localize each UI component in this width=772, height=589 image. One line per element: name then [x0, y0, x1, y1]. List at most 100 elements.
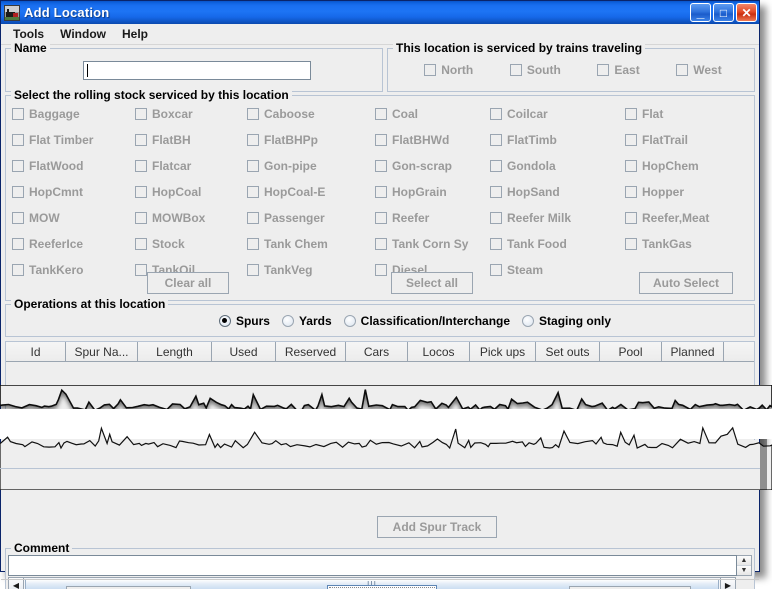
table-header-id[interactable]: Id — [6, 342, 66, 362]
rolling-stock-checkbox-hopper[interactable]: Hopper — [625, 185, 750, 199]
rolling-stock-checkbox-tank-corn-sy[interactable]: Tank Corn Sy — [375, 237, 490, 251]
clear-all-button[interactable]: Clear all — [147, 272, 229, 294]
rolling-stock-buttons: Clear all Select all Auto Select — [6, 272, 754, 294]
direction-checkbox-west[interactable]: West — [676, 63, 721, 77]
auto-select-button[interactable]: Auto Select — [639, 272, 733, 294]
menu-window[interactable]: Window — [53, 25, 115, 44]
rolling-stock-checkbox-hopcmnt[interactable]: HopCmnt — [12, 185, 135, 199]
checkbox-box-icon — [625, 238, 637, 250]
checkbox-box-icon — [375, 238, 387, 250]
comment-vertical-scrollbar[interactable]: ▲ ▼ — [737, 555, 752, 576]
rolling-stock-checkbox-flatbhwd[interactable]: FlatBHWd — [375, 133, 490, 147]
checkbox-label: Flatcar — [152, 159, 191, 173]
add-location-button[interactable]: Add Location — [327, 585, 437, 589]
table-header-pool[interactable]: Pool — [600, 342, 662, 362]
direction-checkbox-east[interactable]: East — [597, 63, 639, 77]
checkbox-label: Gon-scrap — [392, 159, 452, 173]
rolling-stock-checkbox-tankgas[interactable]: TankGas — [625, 237, 750, 251]
radio-label: Classification/Interchange — [361, 314, 510, 328]
rolling-stock-checkbox-hopgrain[interactable]: HopGrain — [375, 185, 490, 199]
checkbox-box-icon — [490, 108, 502, 120]
rolling-stock-checkbox-tank-food[interactable]: Tank Food — [490, 237, 625, 251]
add-spur-track-button[interactable]: Add Spur Track — [377, 516, 497, 538]
scroll-down-icon[interactable]: ▼ — [737, 566, 751, 575]
window-titlebar[interactable]: Add Location _ □ ✕ — [1, 1, 759, 24]
rolling-stock-checkbox-flatcar[interactable]: Flatcar — [135, 159, 247, 173]
rolling-stock-checkbox-gon-scrap[interactable]: Gon-scrap — [375, 159, 490, 173]
checkbox-box-icon — [375, 108, 387, 120]
checkbox-box-icon — [490, 134, 502, 146]
rolling-stock-checkbox-mow[interactable]: MOW — [12, 211, 135, 225]
close-button[interactable]: ✕ — [736, 3, 757, 22]
screenshot-root: Add Location _ □ ✕ Tools Window Help — [0, 0, 772, 589]
rolling-stock-checkbox-hopcoal[interactable]: HopCoal — [135, 185, 247, 199]
rolling-stock-checkbox-flat[interactable]: Flat — [625, 107, 750, 121]
rolling-stock-checkbox-hopchem[interactable]: HopChem — [625, 159, 750, 173]
rolling-stock-checkbox-reefer[interactable]: Reefer — [375, 211, 490, 225]
operations-radio-staging-only[interactable]: Staging only — [522, 314, 611, 328]
rolling-stock-checkbox-hopcoal-e[interactable]: HopCoal-E — [247, 185, 375, 199]
rolling-stock-checkbox-flat-timber[interactable]: Flat Timber — [12, 133, 135, 147]
table-header-cars[interactable]: Cars — [346, 342, 408, 362]
checkbox-box-icon — [247, 212, 259, 224]
rolling-stock-checkbox-stock[interactable]: Stock — [135, 237, 247, 251]
location-name-input[interactable] — [83, 61, 311, 80]
checkbox-label: Tank Chem — [264, 237, 328, 251]
rolling-stock-checkbox-reeferice[interactable]: ReeferIce — [12, 237, 135, 251]
radio-circle-icon — [522, 315, 534, 327]
table-header-length[interactable]: Length — [138, 342, 212, 362]
operations-radio-spurs[interactable]: Spurs — [219, 314, 270, 328]
comment-textarea[interactable] — [8, 555, 737, 576]
rolling-stock-checkbox-caboose[interactable]: Caboose — [247, 107, 375, 121]
bottom-button-bar: Delete Location Add Location Save Locati… — [1, 580, 759, 589]
rolling-stock-checkbox-passenger[interactable]: Passenger — [247, 211, 375, 225]
checkbox-label: Caboose — [264, 107, 315, 121]
rolling-stock-checkbox-hopsand[interactable]: HopSand — [490, 185, 625, 199]
checkbox-box-icon — [490, 160, 502, 172]
table-header-locos[interactable]: Locos — [408, 342, 470, 362]
checkbox-box-icon — [625, 108, 637, 120]
rolling-stock-checkbox-boxcar[interactable]: Boxcar — [135, 107, 247, 121]
rolling-stock-checkbox-coilcar[interactable]: Coilcar — [490, 107, 625, 121]
add-location-window: Add Location _ □ ✕ Tools Window Help — [0, 0, 760, 572]
rolling-stock-checkbox-flatbhpp[interactable]: FlatBHPp — [247, 133, 375, 147]
rolling-stock-checkbox-reefer-milk[interactable]: Reefer Milk — [490, 211, 625, 225]
rolling-stock-checkbox-tank-chem[interactable]: Tank Chem — [247, 237, 375, 251]
rolling-stock-checkbox-gondola[interactable]: Gondola — [490, 159, 625, 173]
checkbox-box-icon — [625, 160, 637, 172]
rolling-stock-checkbox-gon-pipe[interactable]: Gon-pipe — [247, 159, 375, 173]
checkbox-label: Passenger — [264, 211, 325, 225]
table-header-reserved[interactable]: Reserved — [276, 342, 346, 362]
rolling-stock-checkbox-reefer-meat[interactable]: Reefer,Meat — [625, 211, 750, 225]
checkbox-box-icon — [135, 108, 147, 120]
checkbox-label: TankGas — [642, 237, 692, 251]
table-header-used[interactable]: Used — [212, 342, 276, 362]
direction-checkbox-south[interactable]: South — [510, 63, 561, 77]
rolling-stock-checkbox-flatbh[interactable]: FlatBH — [135, 133, 247, 147]
operations-radio-yards[interactable]: Yards — [282, 314, 332, 328]
checkbox-label: Reefer — [392, 211, 429, 225]
table-header-planned[interactable]: Planned — [662, 342, 724, 362]
checkbox-label: South — [527, 63, 561, 77]
table-header-spur-na[interactable]: Spur Na... — [66, 342, 138, 362]
direction-checkbox-north[interactable]: North — [424, 63, 473, 77]
rolling-stock-checkbox-coal[interactable]: Coal — [375, 107, 490, 121]
table-header-set-outs[interactable]: Set outs — [536, 342, 600, 362]
table-header-blank[interactable] — [724, 342, 754, 362]
track-table-body — [6, 362, 754, 440]
menu-help[interactable]: Help — [115, 25, 157, 44]
checkbox-label: HopGrain — [392, 185, 447, 199]
rolling-stock-checkbox-flattimb[interactable]: FlatTimb — [490, 133, 625, 147]
table-header-pick-ups[interactable]: Pick ups — [470, 342, 536, 362]
rolling-stock-checkbox-flattrail[interactable]: FlatTrail — [625, 133, 750, 147]
rolling-stock-checkbox-baggage[interactable]: Baggage — [12, 107, 135, 121]
rolling-stock-checkbox-mowbox[interactable]: MOWBox — [135, 211, 247, 225]
maximize-button[interactable]: □ — [713, 3, 734, 22]
minimize-button[interactable]: _ — [690, 3, 711, 22]
select-all-button[interactable]: Select all — [391, 272, 473, 294]
scroll-up-icon[interactable]: ▲ — [737, 556, 751, 566]
checkbox-box-icon — [12, 212, 24, 224]
checkbox-label: East — [614, 63, 639, 77]
operations-radio-classification-interchange[interactable]: Classification/Interchange — [344, 314, 510, 328]
rolling-stock-checkbox-flatwood[interactable]: FlatWood — [12, 159, 135, 173]
